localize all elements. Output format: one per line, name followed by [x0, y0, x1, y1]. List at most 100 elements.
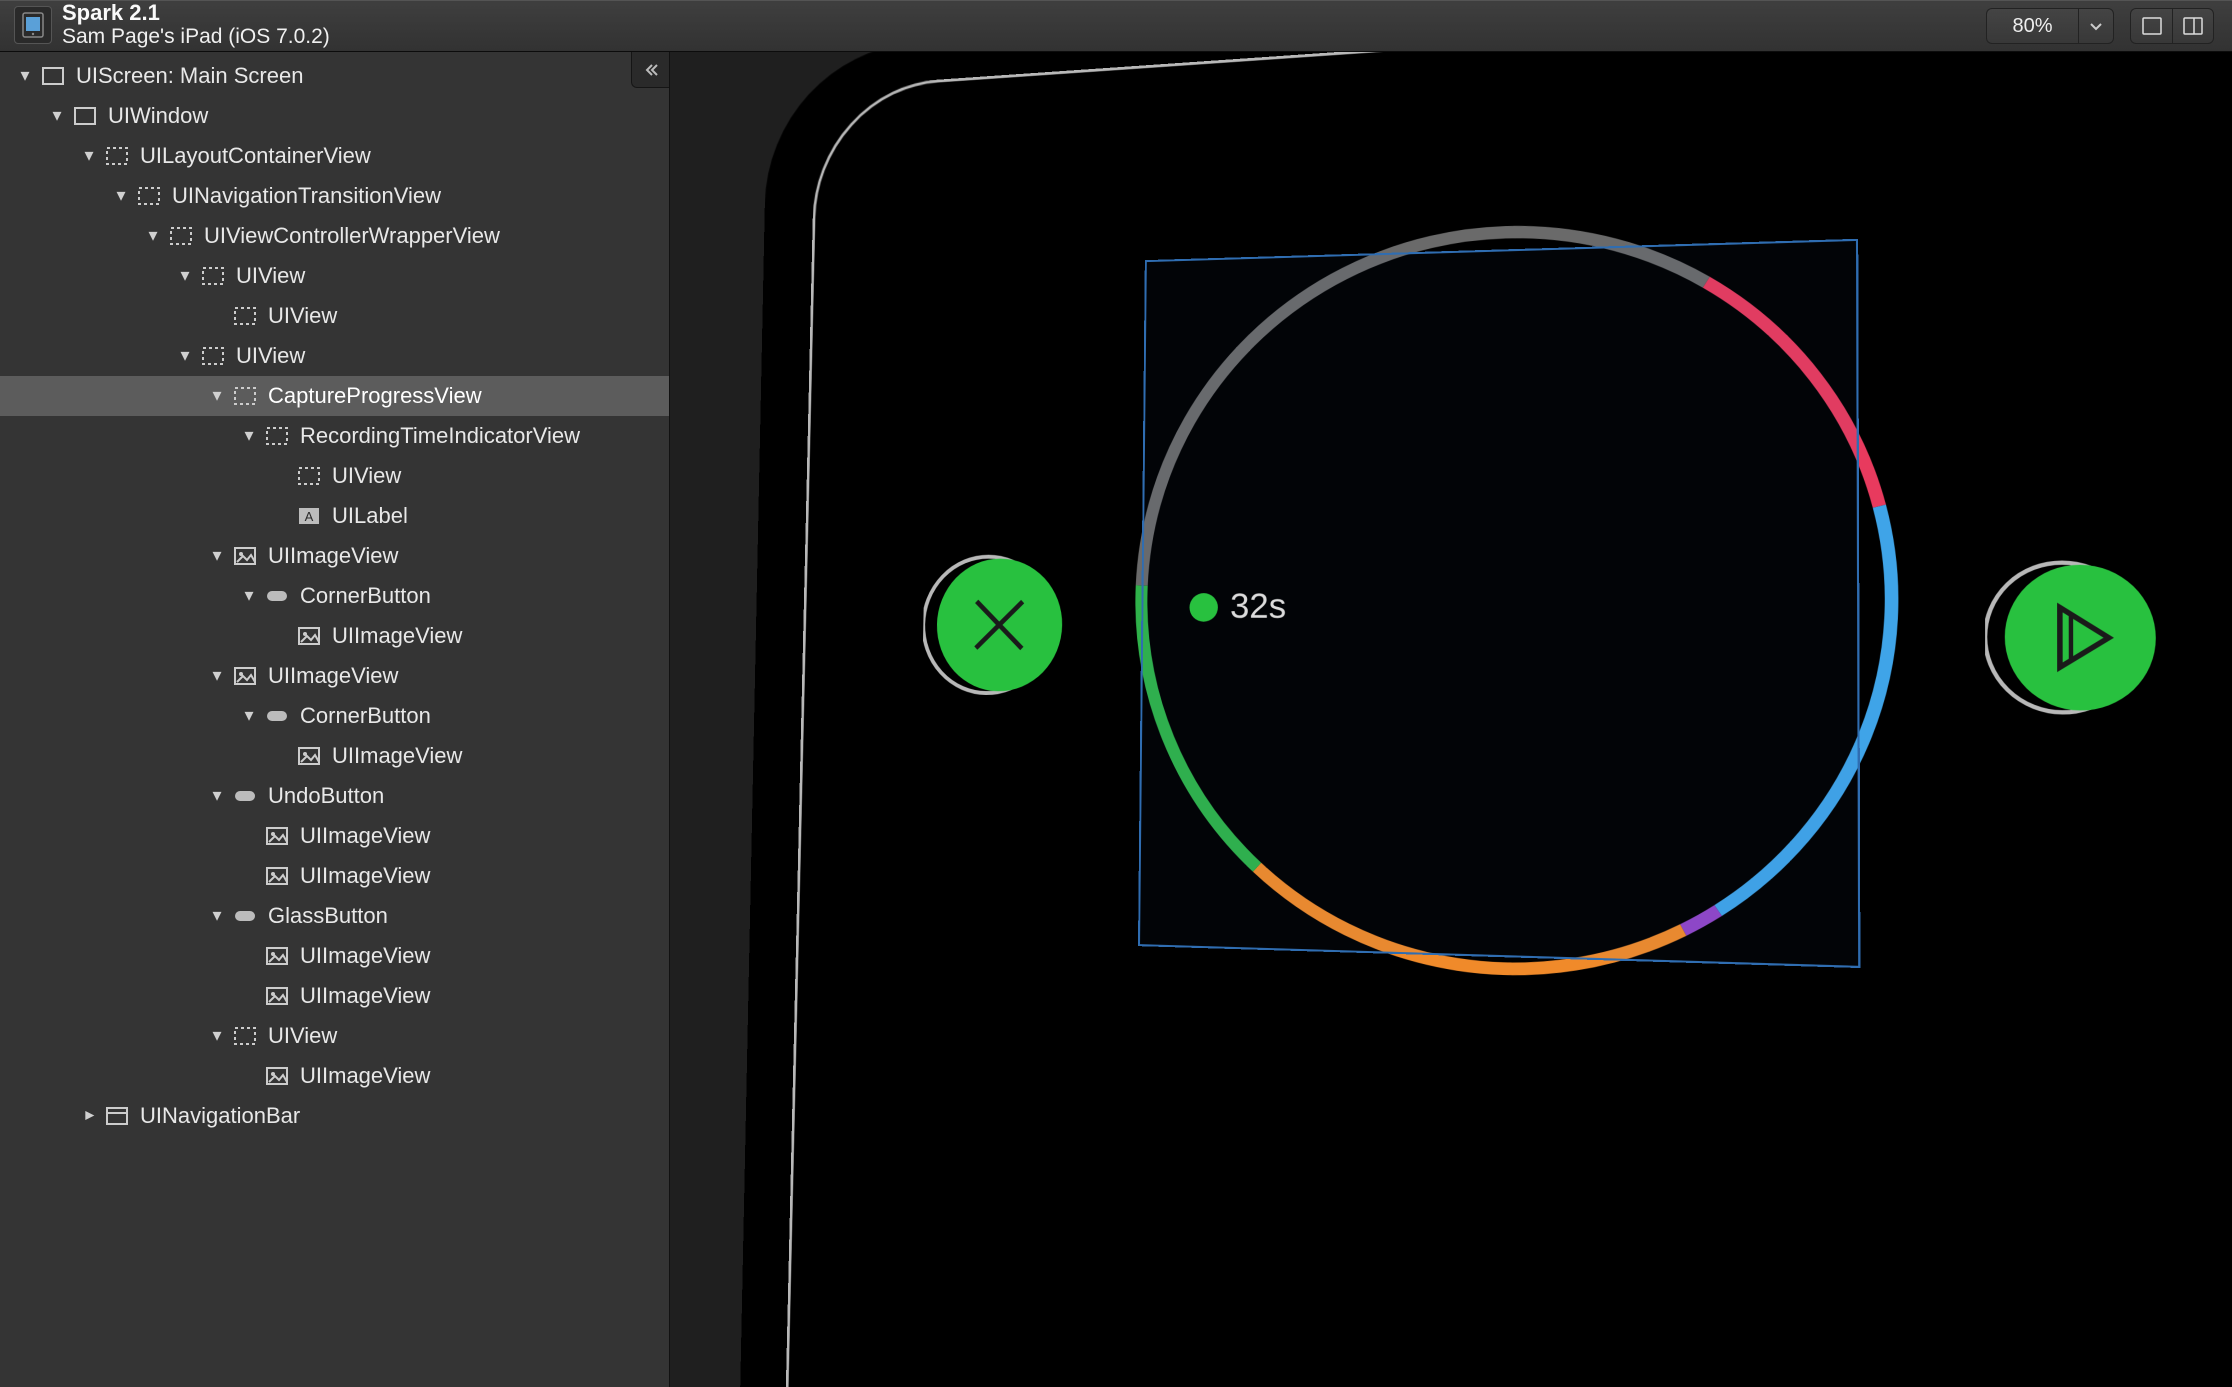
layout-split-button[interactable]	[2172, 8, 2214, 44]
dashed-icon	[230, 1025, 260, 1047]
disclosure-triangle-icon[interactable]: ▾	[50, 105, 64, 126]
disclosure-triangle-icon[interactable]: ▾	[146, 225, 160, 246]
tree-row[interactable]: ▾ CornerButton	[0, 696, 669, 736]
tree-row[interactable]: ▾UndoButton	[0, 776, 669, 816]
frame-icon	[70, 105, 100, 127]
text-icon: A	[294, 505, 324, 527]
dashed-icon	[166, 225, 196, 247]
pill-icon	[262, 705, 292, 727]
tree-row-label: UIViewControllerWrapperView	[204, 223, 500, 249]
tree-row[interactable]: UIImageView	[0, 976, 669, 1016]
tree-row-label: CornerButton	[300, 703, 431, 729]
tree-row[interactable]: ▾ UILayoutContainerView	[0, 136, 669, 176]
play-button[interactable]	[1985, 552, 2163, 725]
image-icon	[262, 985, 292, 1007]
tree-row[interactable]: UIImageView	[0, 736, 669, 776]
disclosure-triangle-icon[interactable]: ▾	[210, 665, 224, 686]
image-icon	[262, 865, 292, 887]
tree-row[interactable]: ▾ RecordingTimeIndicatorView	[0, 416, 669, 456]
disclosure-triangle-icon[interactable]: ▾	[82, 145, 96, 166]
dashed-icon	[198, 265, 228, 287]
image-icon	[262, 825, 292, 847]
tree-row[interactable]: UIImageView	[0, 936, 669, 976]
pill-icon	[230, 905, 260, 927]
image-icon	[230, 545, 260, 567]
tree-row-label: UIImageView	[300, 863, 430, 889]
tree-row[interactable]: ▾ UIViewControllerWrapperView	[0, 216, 669, 256]
disclosure-triangle-icon[interactable]: ▾	[114, 185, 128, 206]
toolbar: Spark 2.1 Sam Page's iPad (iOS 7.0.2) 80…	[0, 0, 2232, 52]
tree-row[interactable]: A UILabel	[0, 496, 669, 536]
pill-icon	[262, 585, 292, 607]
dashed-icon	[262, 425, 292, 447]
disclosure-triangle-icon[interactable]: ▾	[18, 65, 32, 86]
disclosure-triangle-icon[interactable]: ▾	[210, 1025, 224, 1046]
collapse-sidebar-button[interactable]	[631, 52, 669, 88]
zoom-control[interactable]: 80%	[1986, 8, 2114, 44]
disclosure-triangle-icon[interactable]: ▾	[210, 785, 224, 806]
disclosure-triangle-icon[interactable]: ▾	[210, 545, 224, 566]
tree-row-label: UIView	[236, 263, 305, 289]
tree-row[interactable]: UIView	[0, 296, 669, 336]
disclosure-triangle-icon[interactable]: ▾	[242, 425, 256, 446]
tree-row-label: UIImageView	[268, 543, 398, 569]
tree-row[interactable]: ▾ UINavigationBar	[0, 1096, 669, 1136]
disclosure-triangle-icon[interactable]: ▾	[79, 1108, 100, 1122]
tree-row-label: UIView	[332, 463, 401, 489]
disclosure-triangle-icon[interactable]: ▾	[210, 905, 224, 926]
disclosure-triangle-icon[interactable]: ▾	[242, 705, 256, 726]
tree-row[interactable]: ▾ CornerButton	[0, 576, 669, 616]
tree-row-label: UIImageView	[300, 943, 430, 969]
tree-row-label: UIImageView	[300, 1063, 430, 1089]
disclosure-triangle-icon[interactable]: ▾	[178, 345, 192, 366]
tree-row-label: UIView	[236, 343, 305, 369]
tree-row[interactable]: UIImageView	[0, 616, 669, 656]
tree-row[interactable]: UIImageView	[0, 856, 669, 896]
tree-row[interactable]: ▾ UINavigationTransitionView	[0, 176, 669, 216]
canvas-viewport[interactable]: 32s	[670, 52, 2232, 1387]
tree-row[interactable]: ▾ UIView	[0, 1016, 669, 1056]
image-icon	[230, 665, 260, 687]
tree-row-label: UINavigationTransitionView	[172, 183, 441, 209]
tree-row[interactable]: ▾ GlassButton	[0, 896, 669, 936]
tree-row[interactable]: ▾ UIWindow	[0, 96, 669, 136]
tree-row[interactable]: UIView	[0, 456, 669, 496]
tree-row[interactable]: UIImageView	[0, 816, 669, 856]
view-hierarchy-sidebar[interactable]: ▾ UIScreen: Main Screen ▾ UIWindow ▾ UILayout…	[0, 52, 670, 1387]
tree-row[interactable]: ▾UIImageView	[0, 656, 669, 696]
tree-row-label: UILabel	[332, 503, 408, 529]
app-icon	[14, 6, 52, 44]
layout-single-button[interactable]	[2130, 8, 2172, 44]
zoom-value: 80%	[1986, 8, 2078, 44]
tree-row-label: CaptureProgressView	[268, 383, 482, 409]
tree-row-label: UINavigationBar	[140, 1103, 300, 1129]
image-icon	[294, 625, 324, 647]
app-title: Spark 2.1	[62, 1, 330, 25]
tree-row-label: GlassButton	[268, 903, 388, 929]
disclosure-triangle-icon[interactable]: ▾	[178, 265, 192, 286]
tree-row-label: UIWindow	[108, 103, 208, 129]
dashed-icon	[294, 465, 324, 487]
tree-row-label: CornerButton	[300, 583, 431, 609]
tree-row-label: UILayoutContainerView	[140, 143, 371, 169]
tree-row[interactable]: ▾ CaptureProgressView	[0, 376, 669, 416]
zoom-dropdown[interactable]	[2078, 8, 2114, 44]
tree-row-label: UIImageView	[300, 983, 430, 1009]
tree-row[interactable]: UIImageView	[0, 1056, 669, 1096]
dashed-icon	[134, 185, 164, 207]
tree-row[interactable]: ▾ UIImageView	[0, 536, 669, 576]
image-icon	[262, 1065, 292, 1087]
tree-row[interactable]: ▾ UIView	[0, 256, 669, 296]
cancel-button[interactable]	[922, 547, 1072, 704]
dashed-icon	[102, 145, 132, 167]
tree-row-label: UIScreen: Main Screen	[76, 63, 303, 89]
tree-row-label: UIView	[268, 1023, 337, 1049]
disclosure-triangle-icon[interactable]: ▾	[210, 385, 224, 406]
disclosure-triangle-icon[interactable]: ▾	[242, 585, 256, 606]
tree-row-label: RecordingTimeIndicatorView	[300, 423, 580, 449]
tree-row[interactable]: ▾ UIScreen: Main Screen	[0, 56, 669, 96]
window-icon	[102, 1105, 132, 1127]
tree-row[interactable]: ▾ UIView	[0, 336, 669, 376]
frame-icon	[38, 65, 68, 87]
device-subtitle: Sam Page's iPad (iOS 7.0.2)	[62, 25, 330, 49]
